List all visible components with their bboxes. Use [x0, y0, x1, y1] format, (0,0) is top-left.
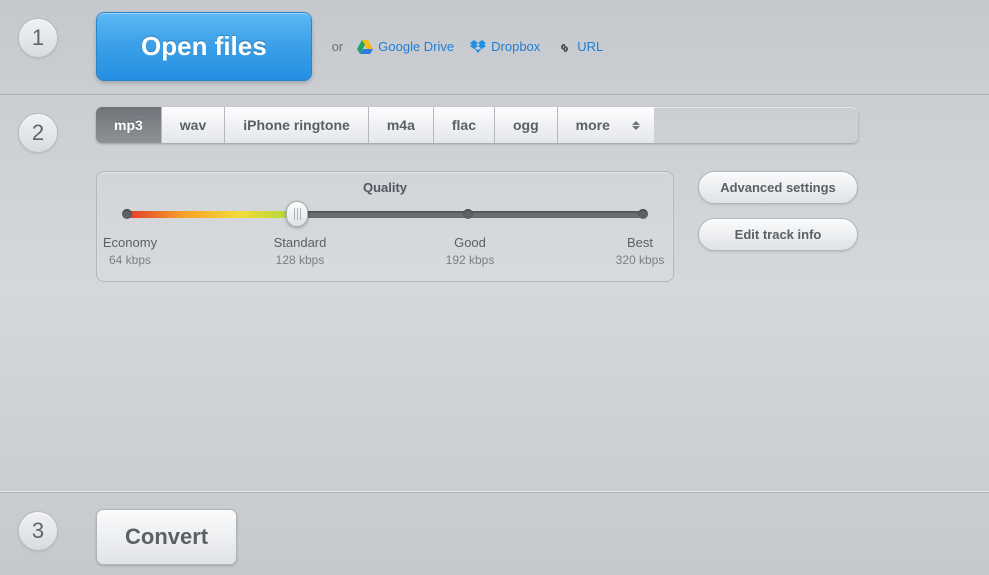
quality-name-economy: Economy [95, 235, 165, 250]
google-drive-label: Google Drive [378, 39, 454, 54]
url-link[interactable]: URL [556, 39, 603, 54]
link-icon [556, 40, 572, 54]
quality-label-standard: Standard 128 kbps [265, 235, 335, 267]
dropbox-link[interactable]: Dropbox [470, 39, 540, 54]
step-badge-1: 1 [18, 18, 58, 58]
dropbox-icon [470, 40, 486, 54]
or-label: or [332, 39, 344, 54]
step-3-row: 3 Convert [0, 492, 989, 575]
open-files-row: Open files or Google Drive Dropbox URL [96, 12, 619, 81]
quality-kbps-best: 320 kbps [605, 253, 675, 267]
tab-ogg[interactable]: ogg [495, 107, 558, 143]
dropbox-label: Dropbox [491, 39, 540, 54]
tab-flac[interactable]: flac [434, 107, 495, 143]
google-drive-link[interactable]: Google Drive [357, 39, 454, 54]
slider-knob[interactable] [286, 201, 308, 227]
edit-track-info-button[interactable]: Edit track info [698, 218, 858, 251]
quality-name-good: Good [435, 235, 505, 250]
slider-tick-economy[interactable] [122, 209, 132, 219]
tab-m4a[interactable]: m4a [369, 107, 434, 143]
quality-label-good: Good 192 kbps [435, 235, 505, 267]
up-down-icon [632, 121, 640, 130]
advanced-settings-button[interactable]: Advanced settings [698, 171, 858, 204]
quality-slider[interactable] [127, 207, 643, 221]
quality-title: Quality [115, 180, 655, 195]
slider-tick-best[interactable] [638, 209, 648, 219]
step-badge-2: 2 [18, 113, 58, 153]
quality-labels: Economy 64 kbps Standard 128 kbps Good 1… [95, 235, 675, 267]
quality-name-standard: Standard [265, 235, 335, 250]
format-tabs: mp3 wav iPhone ringtone m4a flac ogg mor… [96, 107, 858, 143]
quality-and-side-row: Quality Economy 64 kbps Sta [96, 171, 858, 282]
convert-button[interactable]: Convert [96, 509, 237, 565]
tab-mp3[interactable]: mp3 [96, 107, 162, 143]
quality-panel: Quality Economy 64 kbps Sta [96, 171, 674, 282]
quality-kbps-good: 192 kbps [435, 253, 505, 267]
quality-kbps-standard: 128 kbps [265, 253, 335, 267]
quality-kbps-economy: 64 kbps [95, 253, 165, 267]
side-buttons: Advanced settings Edit track info [698, 171, 858, 251]
quality-name-best: Best [605, 235, 675, 250]
quality-label-best: Best 320 kbps [605, 235, 675, 267]
slider-tick-good[interactable] [463, 209, 473, 219]
tab-more[interactable]: more [558, 107, 654, 143]
google-drive-icon [357, 40, 373, 54]
quality-label-economy: Economy 64 kbps [95, 235, 165, 267]
step-badge-3: 3 [18, 511, 58, 551]
step-2-main: mp3 wav iPhone ringtone m4a flac ogg mor… [96, 107, 858, 282]
url-label: URL [577, 39, 603, 54]
tab-more-label: more [576, 117, 610, 133]
open-files-button[interactable]: Open files [96, 12, 312, 81]
tab-wav[interactable]: wav [162, 107, 225, 143]
step-1-row: 1 Open files or Google Drive Dropbox URL [0, 0, 989, 94]
slider-fill [127, 211, 297, 218]
tab-iphone-ringtone[interactable]: iPhone ringtone [225, 107, 369, 143]
step-2-row: 2 mp3 wav iPhone ringtone m4a flac ogg m… [0, 94, 989, 492]
